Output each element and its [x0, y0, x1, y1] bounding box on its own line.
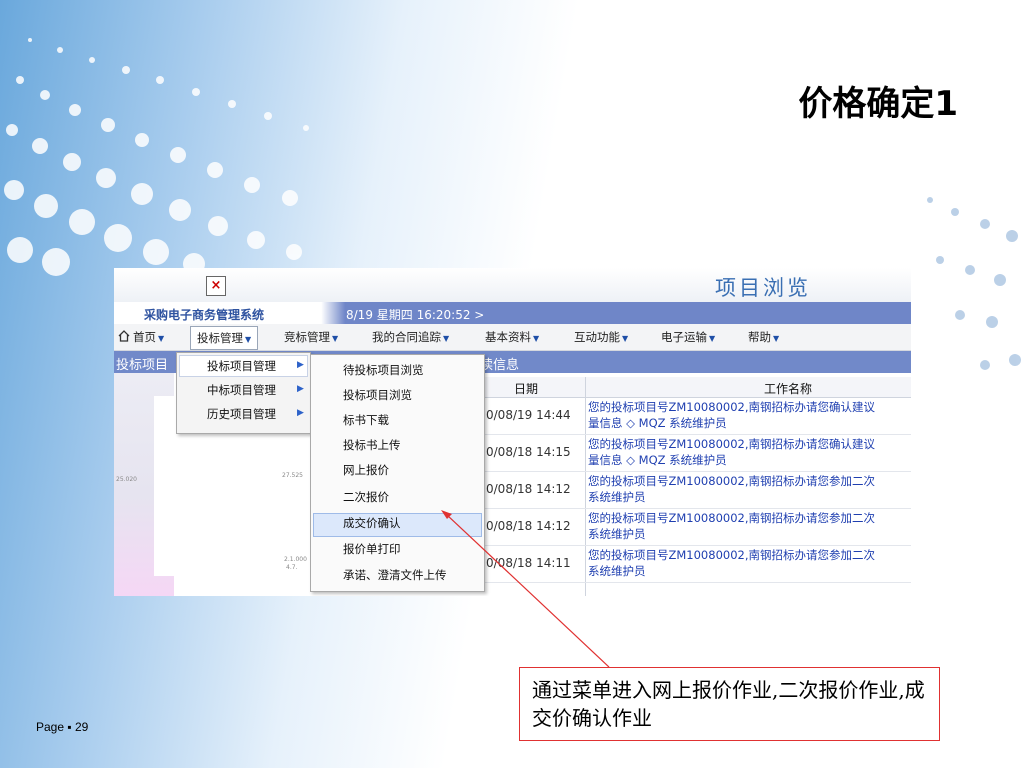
menu-item-quote-print[interactable]: 报价单打印 — [343, 541, 401, 557]
band-right-text: 读信息 — [480, 358, 520, 373]
main-menubar: 首页 ▼ 投标管理 ▼ 竞标管理 ▼ 我的合同追踪 ▼ 基本资料 ▼ 互动功能 ▼ 电子运输… — [114, 324, 911, 351]
menu-bid-management[interactable]: 投标管理 ▼ — [190, 326, 259, 350]
menu-bid-management-label: 投标管理 — [197, 331, 243, 345]
table-row[interactable]: 0/08/18 14:12 您的投标项目号ZM10080002,南钢招标办请您参… — [484, 509, 911, 546]
row-description-line1: 您的投标项目号ZM10080002,南钢招标办请您确认建议 — [588, 437, 875, 451]
table-row[interactable]: 0/08/18 14:15 您的投标项目号ZM10080002,南钢招标办请您确… — [484, 435, 911, 472]
row-description-line2: 量信息 ◇ MQZ 系统维护员 — [588, 416, 727, 430]
table-row[interactable]: 0/08/18 14:12 您的投标项目号ZM10080002,南钢招标办请您参… — [484, 472, 911, 509]
menu-auction-management[interactable]: 竞标管理 ▼ — [284, 329, 338, 345]
menu-item-pending-bid-browse[interactable]: 待投标项目浏览 — [343, 362, 424, 378]
row-date: 0/08/18 14:12 — [486, 519, 571, 533]
row-description[interactable]: 您的投标项目号ZM10080002,南钢招标办请您参加二次 系统维护员 — [588, 547, 908, 579]
table-row[interactable]: 0/08/18 14:11 您的投标项目号ZM10080002,南钢招标办请您参… — [484, 546, 911, 583]
bid-management-dropdown: 投标项目管理 ▶ 中标项目管理 ▶ 历史项目管理 ▶ — [176, 352, 311, 434]
menu-auction-management-label: 竞标管理 — [284, 330, 330, 344]
menu-item-bid-project-browse[interactable]: 投标项目浏览 — [343, 387, 412, 403]
submenu-arrow-icon: ▶ — [297, 384, 304, 394]
row-description-line1: 您的投标项目号ZM10080002,南钢招标办请您参加二次 — [588, 548, 875, 562]
band-left-text: 投标项目 — [116, 358, 169, 373]
slide-title: 价格确定1 — [798, 84, 958, 124]
row-description[interactable]: 您的投标项目号ZM10080002,南钢招标办请您参加二次 系统维护员 — [588, 473, 908, 505]
menu-home-label: 首页 — [133, 330, 156, 344]
page-number: Page ▪ 29 — [36, 720, 89, 734]
chart-bottom-label-2: 4.7. — [286, 564, 298, 571]
row-description-line2: 系统维护员 — [588, 564, 646, 578]
row-date: 0/08/19 14:44 — [486, 408, 571, 422]
menu-item-tender-download[interactable]: 标书下载 — [343, 412, 389, 428]
row-description-line2: 量信息 ◇ MQZ 系统维护员 — [588, 453, 727, 467]
menu-contract-tracking-label: 我的合同追踪 — [372, 330, 441, 344]
home-icon — [118, 330, 130, 342]
system-name: 采购电子商务管理系统 — [144, 308, 265, 322]
table-row[interactable]: 0/08/19 14:44 您的投标项目号ZM10080002,南钢招标办请您确… — [484, 398, 911, 435]
menu-item-bid-project-management[interactable]: 投标项目管理 — [207, 358, 276, 374]
table-header: 日期 工作名称 — [484, 377, 911, 398]
row-description[interactable]: 您的投标项目号ZM10080002,南钢招标办请您参加二次 系统维护员 — [588, 510, 908, 542]
menu-item-bid-upload[interactable]: 投标书上传 — [343, 437, 401, 453]
menu-item-commitment-upload[interactable]: 承诺、澄清文件上传 — [343, 567, 447, 583]
menu-help[interactable]: 帮助 ▼ — [748, 329, 779, 345]
menu-item-online-quote[interactable]: 网上报价 — [343, 462, 389, 478]
row-date: 0/08/18 14:11 — [486, 556, 571, 570]
row-date: 0/08/18 14:15 — [486, 445, 571, 459]
menu-e-transport-label: 电子运输 — [661, 330, 707, 344]
column-header-date: 日期 — [514, 382, 539, 396]
menu-interactive[interactable]: 互动功能 ▼ — [574, 329, 628, 345]
row-description[interactable]: 您的投标项目号ZM10080002,南钢招标办请您确认建议 量信息 ◇ MQZ … — [588, 399, 908, 431]
menu-item-won-project-management[interactable]: 中标项目管理 — [207, 382, 276, 398]
chart-left-label: 25.020 — [116, 476, 137, 483]
row-description-line2: 系统维护员 — [588, 490, 646, 504]
submenu-arrow-icon: ▶ — [297, 360, 304, 370]
annotation-callout: 通过菜单进入网上报价作业,二次报价作业,成交价确认作业 — [519, 667, 940, 741]
menu-item-history-project-management[interactable]: 历史项目管理 — [207, 406, 276, 422]
bid-project-submenu: 待投标项目浏览 投标项目浏览 标书下载 投标书上传 网上报价 二次报价 成交价确… — [310, 354, 485, 592]
menu-basic-data[interactable]: 基本资料 ▼ — [485, 329, 539, 345]
column-header-task-name: 工作名称 — [764, 382, 813, 396]
row-date: 0/08/18 14:12 — [486, 482, 571, 496]
menu-contract-tracking[interactable]: 我的合同追踪 ▼ — [372, 329, 449, 345]
system-bar: 采购电子商务管理系统 8/19 星期四 16:20:52 > — [114, 302, 911, 324]
menu-help-label: 帮助 — [748, 330, 771, 344]
menu-e-transport[interactable]: 电子运输 ▼ — [661, 329, 715, 345]
row-description-line1: 您的投标项目号ZM10080002,南钢招标办请您确认建议 — [588, 400, 875, 414]
datetime-display: 8/19 星期四 16:20:52 > — [346, 308, 485, 322]
menu-interactive-label: 互动功能 — [574, 330, 620, 344]
chart-mid-label: 27.525 — [282, 472, 303, 479]
row-description-line2: 系统维护员 — [588, 527, 646, 541]
row-description[interactable]: 您的投标项目号ZM10080002,南钢招标办请您确认建议 量信息 ◇ MQZ … — [588, 436, 908, 468]
callout-text: 通过菜单进入网上报价作业,二次报价作业,成交价确认作业 — [532, 678, 925, 730]
broken-image-icon: × — [206, 276, 226, 296]
row-description-line1: 您的投标项目号ZM10080002,南钢招标办请您参加二次 — [588, 474, 875, 488]
submenu-arrow-icon: ▶ — [297, 408, 304, 418]
app-page-title: 项目浏览 — [715, 276, 811, 300]
chart-bottom-label-1: 2.1.000 — [284, 556, 307, 563]
menu-home[interactable]: 首页 ▼ — [118, 329, 164, 345]
menu-basic-data-label: 基本资料 — [485, 330, 531, 344]
menu-item-deal-price-confirm[interactable]: 成交价确认 — [343, 515, 401, 531]
app-screenshot: × 项目浏览 采购电子商务管理系统 8/19 星期四 16:20:52 > 首页… — [114, 268, 911, 596]
menu-item-second-quote[interactable]: 二次报价 — [343, 489, 389, 505]
row-description-line1: 您的投标项目号ZM10080002,南钢招标办请您参加二次 — [588, 511, 875, 525]
